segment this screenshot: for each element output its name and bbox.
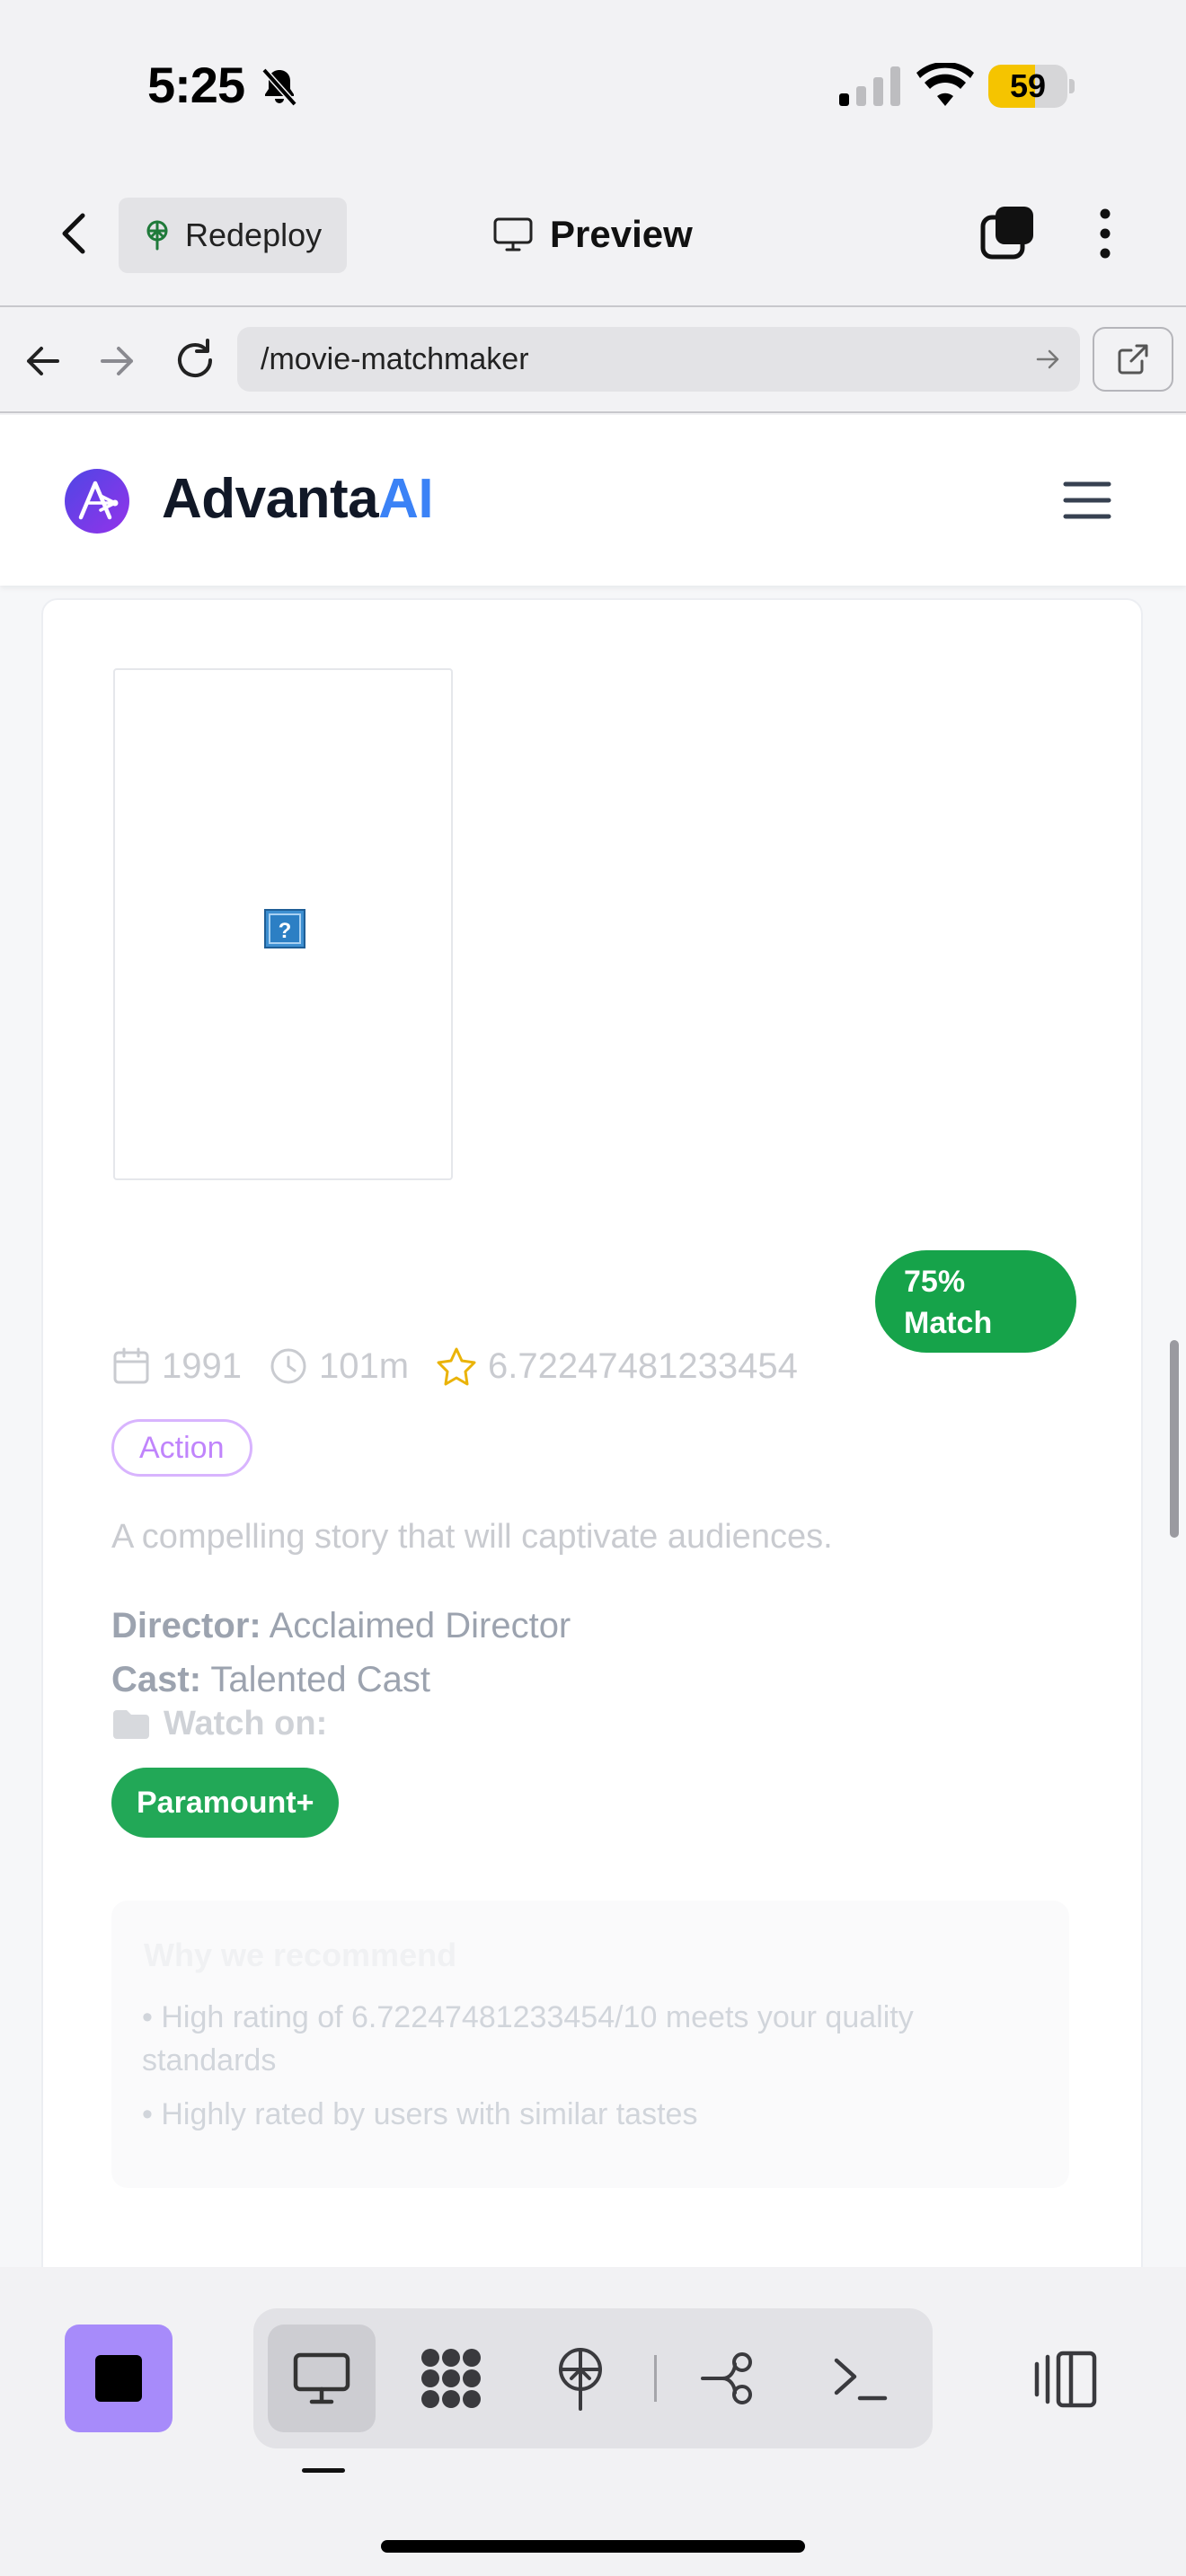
genre-chip[interactable]: Action xyxy=(111,1419,252,1477)
rating-meta: 6.72247481233454 xyxy=(436,1346,798,1387)
movie-meta-row: 1991 101m 6.72247481233454 xyxy=(111,1342,825,1390)
stop-button[interactable] xyxy=(65,2325,173,2432)
go-arrow-icon[interactable] xyxy=(1035,347,1060,372)
year-meta: 1991 xyxy=(111,1346,242,1387)
cast-label: Cast: xyxy=(111,1660,202,1699)
battery-percent: 59 xyxy=(1009,67,1047,104)
star-icon xyxy=(437,1347,476,1386)
redeploy-button[interactable]: Redeploy xyxy=(119,198,347,273)
git-icon xyxy=(701,2352,752,2404)
tool-shell[interactable] xyxy=(807,2325,915,2432)
cellular-signal-icon xyxy=(839,66,900,106)
bottom-toolbar xyxy=(0,2267,1186,2576)
url-field[interactable] xyxy=(237,327,1080,392)
director-label: Director: xyxy=(111,1606,261,1645)
provider-chip[interactable]: Paramount+ xyxy=(111,1768,340,1838)
monitor-icon xyxy=(293,2352,350,2404)
watch-on-heading: Watch on: xyxy=(111,1705,327,1743)
tabs-icon[interactable] xyxy=(979,205,1037,262)
ios-status-bar: 5:25 59 xyxy=(0,0,1186,162)
movie-credits: Director: Acclaimed Director Cast: Talen… xyxy=(111,1599,571,1707)
match-label: Match xyxy=(904,1306,993,1340)
monitor-icon xyxy=(493,217,533,251)
status-time: 5:25 xyxy=(147,57,245,113)
wifi-icon xyxy=(916,63,974,106)
deploy-icon xyxy=(559,2348,602,2411)
svg-text:?: ? xyxy=(279,919,292,943)
broken-image-icon: ? xyxy=(264,909,305,948)
movie-poster: ? xyxy=(113,668,453,1180)
watch-on-label: Watch on: xyxy=(164,1705,328,1742)
chevron-left-icon[interactable] xyxy=(50,208,101,259)
external-link-icon xyxy=(1118,344,1148,375)
movie-description: A compelling story that will captivate a… xyxy=(111,1518,833,1556)
preview-title-text: Preview xyxy=(550,213,693,255)
battery-icon: 59 xyxy=(988,65,1075,108)
calendar-icon xyxy=(113,1347,149,1384)
logo-text-accent: AI xyxy=(378,468,434,530)
arrow-right-icon[interactable] xyxy=(95,340,138,383)
tool-preview[interactable] xyxy=(268,2325,376,2432)
open-external-button[interactable] xyxy=(1093,327,1173,392)
reasons-title: Why we recommend xyxy=(144,1936,457,1973)
app-bar: Redeploy Preview xyxy=(0,162,1186,305)
site-header: AdvantaAI xyxy=(0,415,1186,586)
panel-toggle-icon[interactable] xyxy=(1033,2348,1098,2411)
grid-icon xyxy=(421,2349,481,2408)
preview-title: Preview xyxy=(492,203,693,266)
tool-group xyxy=(253,2308,933,2448)
hamburger-menu-icon[interactable] xyxy=(1060,478,1114,523)
movie-rating: 6.72247481233454 xyxy=(488,1345,798,1386)
match-badge: 75% Match xyxy=(875,1250,1076,1353)
tool-deploy[interactable] xyxy=(527,2325,634,2432)
home-indicator[interactable] xyxy=(381,2540,805,2553)
movie-card: ? 75% Match 1991 101m 6.72247481233454 A… xyxy=(41,598,1143,2267)
folder-icon xyxy=(113,1709,149,1739)
page-scrollbar[interactable] xyxy=(1170,1340,1179,1538)
reason-item: • Highly rated by users with similar tas… xyxy=(142,2097,698,2131)
director-value: Acclaimed Director xyxy=(269,1606,571,1645)
url-input[interactable] xyxy=(261,341,997,377)
tool-workspace[interactable] xyxy=(397,2325,505,2432)
tool-git[interactable] xyxy=(679,2325,787,2432)
stop-icon xyxy=(95,2355,142,2402)
match-percent: 75% xyxy=(904,1265,966,1299)
movie-runtime: 101m xyxy=(318,1345,410,1386)
terminal-icon xyxy=(834,2358,888,2401)
more-vertical-icon[interactable] xyxy=(1087,205,1123,262)
logo-icon[interactable] xyxy=(65,469,129,534)
redeploy-label: Redeploy xyxy=(185,216,323,253)
reload-icon[interactable] xyxy=(171,336,219,384)
webpage-viewport: AdvantaAI ? 75% Match 1991 101m 6.722474… xyxy=(0,415,1186,2267)
active-tool-indicator xyxy=(302,2468,345,2473)
recommendation-reasons: Why we recommend • High rating of 6.7224… xyxy=(111,1901,1069,2188)
deploy-icon xyxy=(146,220,168,251)
director-line: Director: Acclaimed Director xyxy=(111,1599,571,1653)
bell-slash-icon xyxy=(261,67,297,107)
clock-icon xyxy=(270,1348,306,1384)
browser-bar xyxy=(0,305,1186,413)
cast-line: Cast: Talented Cast xyxy=(111,1653,571,1707)
runtime-meta: 101m xyxy=(269,1346,409,1387)
arrow-left-icon[interactable] xyxy=(22,340,65,383)
cast-value: Talented Cast xyxy=(210,1660,431,1699)
logo-text-main: Advanta xyxy=(162,468,379,530)
site-logo-text[interactable]: AdvantaAI xyxy=(162,467,434,531)
tool-separator xyxy=(654,2355,657,2402)
movie-year: 1991 xyxy=(162,1345,242,1386)
reason-item: • High rating of 6.72247481233454/10 mee… xyxy=(142,2000,914,2078)
